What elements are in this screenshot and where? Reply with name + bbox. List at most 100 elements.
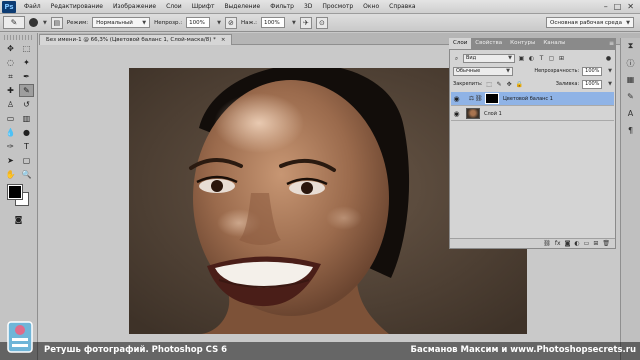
filter-type-icon[interactable]: T: [538, 55, 545, 62]
minimize-button[interactable]: –: [604, 2, 608, 11]
close-button[interactable]: ✕: [627, 2, 634, 11]
chevron-down-icon[interactable]: ▼: [217, 20, 221, 26]
tab-paths[interactable]: Контуры: [506, 38, 539, 49]
eraser-tool-icon[interactable]: ▭: [3, 112, 18, 125]
filter-pixel-icon[interactable]: ▣: [518, 55, 525, 62]
pen-tool-icon[interactable]: ✑: [3, 140, 18, 153]
filter-adjustment-icon[interactable]: ◐: [528, 55, 535, 62]
shape-tool-icon[interactable]: ▢: [19, 154, 34, 167]
swatches-icon[interactable]: ▦: [624, 75, 638, 87]
tab-layers[interactable]: Слои: [449, 38, 472, 49]
adjustment-icon[interactable]: ◐: [574, 240, 579, 247]
zoom-tool-icon[interactable]: 🔍: [19, 168, 34, 181]
chevron-down-icon[interactable]: ▼: [292, 20, 296, 26]
type-tool-icon[interactable]: T: [19, 140, 34, 153]
layer-fill-input[interactable]: 100%: [582, 79, 603, 89]
chevron-down-icon[interactable]: ▼: [608, 68, 612, 74]
visibility-eye-icon[interactable]: ◉: [451, 95, 462, 103]
mask-icon[interactable]: ◙: [565, 240, 571, 247]
move-tool-icon[interactable]: ✥: [3, 42, 18, 55]
info-icon[interactable]: ⓘ: [624, 58, 638, 70]
brush-tool-icon[interactable]: ✎: [19, 84, 34, 97]
character-icon[interactable]: A: [624, 109, 638, 121]
healing-tool-icon[interactable]: ✚: [3, 84, 18, 97]
brush-preset-picker[interactable]: ▼: [29, 18, 47, 27]
history-brush-tool-icon[interactable]: ↺: [19, 98, 34, 111]
lock-all-icon[interactable]: 🔒: [516, 81, 523, 88]
brush-panel-toggle[interactable]: ▤: [50, 16, 63, 29]
layer-row-adjustment[interactable]: ◉ ⚖ ⛓ Цветовой баланс 1: [451, 92, 614, 106]
tab-properties[interactable]: Свойства: [471, 38, 506, 49]
path-select-tool-icon[interactable]: ➤: [3, 154, 18, 167]
chevron-down-icon[interactable]: ▼: [608, 81, 612, 87]
trash-icon[interactable]: 🗑: [602, 240, 610, 247]
menu-file[interactable]: Файл: [19, 0, 46, 14]
brush-presets-icon[interactable]: ✎: [624, 92, 638, 104]
hand-tool-icon[interactable]: ✋: [3, 168, 18, 181]
layer-row-image[interactable]: ◉ Слой 1: [451, 107, 614, 121]
blur-tool-icon[interactable]: 💧: [3, 126, 18, 139]
tab-channels[interactable]: Каналы: [539, 38, 569, 49]
new-layer-icon[interactable]: ⊞: [593, 240, 598, 247]
layer-filter-row: ⌕ Вид ▼ ▣ ◐ T ▢ ⊞ ●: [453, 53, 612, 63]
menu-3d[interactable]: 3D: [299, 0, 317, 14]
menu-filter[interactable]: Фильтр: [265, 0, 299, 14]
filter-shape-icon[interactable]: ▢: [548, 55, 555, 62]
lock-transparency-icon[interactable]: ⬚: [486, 81, 493, 88]
blend-mode-select[interactable]: Обычные ▼: [453, 66, 513, 76]
quick-select-tool-icon[interactable]: ✦: [19, 56, 34, 69]
maximize-button[interactable]: □: [614, 2, 622, 11]
lock-label: Закрепить:: [453, 81, 483, 87]
filter-toggle-icon[interactable]: ●: [605, 55, 612, 62]
layer-mask-thumbnail[interactable]: [485, 93, 499, 104]
channel-logo-icon: [7, 321, 33, 353]
layer-thumbnail[interactable]: [466, 108, 480, 119]
menu-type[interactable]: Шрифт: [187, 0, 220, 14]
menu-edit[interactable]: Редактирование: [46, 0, 108, 14]
document-tab-close-icon[interactable]: ×: [221, 35, 226, 45]
history-icon[interactable]: ⧗: [624, 41, 638, 53]
pressure-opacity-toggle[interactable]: ⊘: [224, 16, 237, 29]
mode-select[interactable]: Нормальный ▼: [92, 17, 151, 28]
menu-image[interactable]: Изображение: [108, 0, 161, 14]
menu-view[interactable]: Просмотр: [317, 0, 358, 14]
quick-mask-icon[interactable]: ◙: [11, 213, 26, 226]
paragraph-icon[interactable]: ¶: [624, 126, 638, 138]
brush-icon: ✎: [10, 18, 18, 27]
gradient-tool-icon[interactable]: ▥: [19, 112, 34, 125]
workspace-select[interactable]: Основная рабочая среда ▼: [546, 17, 634, 28]
layer-filter-select[interactable]: Вид ▼: [463, 53, 515, 63]
lock-pixels-icon[interactable]: ✎: [496, 81, 503, 88]
eyedropper-tool-icon[interactable]: ✒: [19, 70, 34, 83]
group-icon[interactable]: ▭: [584, 240, 590, 247]
menu-layers[interactable]: Слои: [161, 0, 187, 14]
marquee-tool-icon[interactable]: ⬚: [19, 42, 34, 55]
dodge-tool-icon[interactable]: ●: [19, 126, 34, 139]
menu-window[interactable]: Окно: [358, 0, 384, 14]
lock-position-icon[interactable]: ✥: [506, 81, 513, 88]
document-tab[interactable]: Без имени-1 @ 66,3% (Цветовой баланс 1, …: [39, 34, 233, 45]
pressure-size-toggle[interactable]: ⊙: [315, 16, 328, 29]
link-icon[interactable]: ⛓: [543, 240, 551, 247]
airbrush-toggle[interactable]: ✈: [299, 16, 312, 29]
menu-help[interactable]: Справка: [384, 0, 420, 14]
caption-right: Басманов Максим и www.Photoshopsecrets.r…: [410, 345, 636, 355]
layer-opacity-input[interactable]: 100%: [582, 66, 603, 76]
menu-select[interactable]: Выделение: [219, 0, 265, 14]
clone-stamp-tool-icon[interactable]: ♙: [3, 98, 18, 111]
panel-grip[interactable]: [4, 35, 33, 40]
visibility-eye-icon[interactable]: ◉: [451, 110, 462, 118]
pressure-size-icon: ⊙: [318, 18, 325, 27]
lasso-tool-icon[interactable]: ◌: [3, 56, 18, 69]
menu-bar: Ps Файл Редактирование Изображение Слои …: [0, 0, 640, 14]
opacity-input[interactable]: 100%: [186, 17, 211, 28]
foreground-color-swatch[interactable]: [7, 184, 23, 200]
filter-smart-icon[interactable]: ⊞: [558, 55, 565, 62]
chain-link-icon[interactable]: ⛓: [475, 95, 483, 102]
color-swatches[interactable]: [6, 183, 32, 207]
fx-icon[interactable]: fx: [555, 240, 561, 247]
flow-input[interactable]: 100%: [261, 17, 286, 28]
crop-tool-icon[interactable]: ⌗: [3, 70, 18, 83]
panel-menu-icon[interactable]: ≡: [609, 38, 614, 49]
tool-preset-picker[interactable]: ✎: [3, 16, 25, 29]
